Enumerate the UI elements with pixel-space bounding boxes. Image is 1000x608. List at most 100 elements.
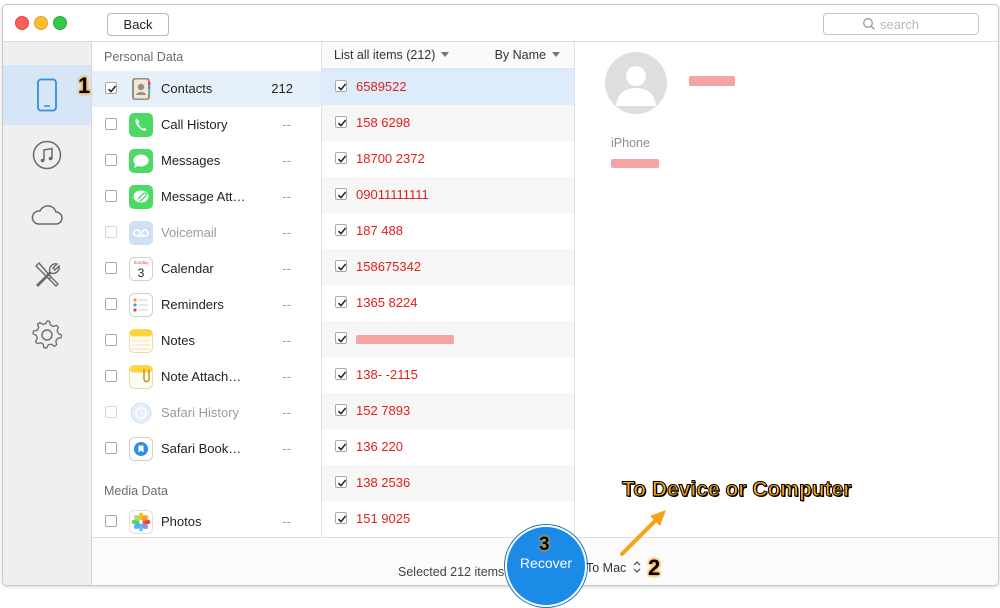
list-item[interactable]: 158 6298 bbox=[322, 105, 574, 141]
category-checkbox[interactable] bbox=[105, 515, 117, 527]
category-row[interactable]: Reminders -- bbox=[92, 287, 321, 323]
search-input[interactable]: search bbox=[823, 13, 979, 35]
list-item[interactable]: 09011111111 bbox=[322, 177, 574, 213]
list-item[interactable]: 6589522 bbox=[322, 69, 574, 105]
search-icon bbox=[863, 18, 875, 30]
category-checkbox[interactable] bbox=[105, 262, 117, 274]
list-item-label: 158675342 bbox=[356, 259, 422, 274]
category-label: Notes bbox=[161, 333, 195, 348]
device-icon bbox=[37, 78, 57, 112]
category-count: -- bbox=[282, 189, 291, 204]
sidebar-item-music[interactable] bbox=[3, 125, 91, 185]
category-row[interactable]: Voicemail -- bbox=[92, 215, 321, 251]
music-icon bbox=[32, 140, 62, 170]
category-checkbox[interactable] bbox=[105, 442, 117, 454]
list-item[interactable]: 138- -2115 bbox=[322, 357, 574, 393]
settings-icon bbox=[32, 320, 63, 349]
category-row[interactable]: Safari Book… -- bbox=[92, 431, 321, 467]
category-checkbox[interactable] bbox=[105, 334, 117, 346]
media-category-row[interactable]: Photos -- bbox=[92, 504, 321, 540]
list-filter-dropdown[interactable]: List all items (212) bbox=[334, 48, 450, 62]
sidebar-item-tools[interactable] bbox=[3, 245, 91, 305]
item-checkbox[interactable] bbox=[335, 188, 347, 200]
list-item[interactable]: 1365 8224 bbox=[322, 285, 574, 321]
category-label: Voicemail bbox=[161, 225, 217, 240]
item-checkbox[interactable] bbox=[335, 404, 347, 416]
category-row[interactable]: Safari History -- bbox=[92, 395, 321, 431]
category-row[interactable]: Messages -- bbox=[92, 143, 321, 179]
category-checkbox[interactable] bbox=[105, 190, 117, 202]
reminders-icon bbox=[129, 293, 153, 317]
list-item[interactable]: 158675342 bbox=[322, 249, 574, 285]
list-item-label: 151 9025 bbox=[356, 511, 411, 526]
category-checkbox[interactable] bbox=[105, 298, 117, 310]
category-label: Note Attach… bbox=[161, 369, 242, 384]
category-row[interactable]: Call History -- bbox=[92, 107, 321, 143]
category-row[interactable]: Notes -- bbox=[92, 323, 321, 359]
checkmark-icon bbox=[107, 85, 117, 93]
checkmark-icon bbox=[337, 191, 347, 199]
item-checkbox[interactable] bbox=[335, 440, 347, 452]
category-label: Photos bbox=[161, 514, 202, 529]
close-window-button[interactable] bbox=[15, 16, 29, 30]
category-count: -- bbox=[282, 225, 291, 240]
item-checkbox[interactable] bbox=[335, 368, 347, 380]
category-count: -- bbox=[282, 369, 291, 384]
safari-history-icon bbox=[129, 401, 153, 425]
sidebar-item-settings[interactable] bbox=[3, 305, 91, 365]
item-checkbox[interactable] bbox=[335, 260, 347, 272]
checkmark-icon bbox=[337, 479, 347, 487]
list-item[interactable]: 136 220 bbox=[322, 429, 574, 465]
list-item[interactable]: 18700 2372 bbox=[322, 141, 574, 177]
notes-icon bbox=[129, 329, 153, 353]
category-checkbox bbox=[105, 406, 117, 418]
photos-icon bbox=[129, 510, 153, 534]
phone-type-label: iPhone bbox=[611, 136, 650, 150]
category-label: Calendar bbox=[161, 261, 214, 276]
step-1-annotation: 1 bbox=[78, 73, 91, 98]
back-button[interactable]: Back bbox=[107, 13, 169, 36]
checkmark-icon bbox=[337, 371, 347, 379]
zoom-window-button[interactable] bbox=[53, 16, 67, 30]
item-checkbox[interactable] bbox=[335, 116, 347, 128]
list-item-label: 138- -2115 bbox=[356, 367, 418, 382]
category-row[interactable]: Message Att… -- bbox=[92, 179, 321, 215]
list-item[interactable]: 187 488 bbox=[322, 213, 574, 249]
personal-data-label: Personal Data bbox=[104, 50, 184, 64]
category-panel: Personal Data Contacts 212 Call History -- M… bbox=[92, 42, 322, 537]
item-checkbox[interactable] bbox=[335, 224, 347, 236]
list-item-label: 136 220 bbox=[356, 439, 403, 454]
category-row[interactable]: Note Attach… -- bbox=[92, 359, 321, 395]
category-row[interactable]: Contacts 212 bbox=[92, 71, 321, 107]
selected-count-text: Selected 212 items bbox=[398, 565, 505, 579]
list-item[interactable]: 138 2536 bbox=[322, 465, 574, 501]
category-row[interactable]: Sunday 3 Calendar -- bbox=[92, 251, 321, 287]
destination-select[interactable]: To Mac bbox=[586, 561, 626, 575]
updown-chevron-icon[interactable] bbox=[632, 560, 642, 574]
category-checkbox[interactable] bbox=[105, 118, 117, 130]
message-attachment-icon bbox=[129, 185, 153, 209]
item-checkbox[interactable] bbox=[335, 332, 347, 344]
item-checkbox[interactable] bbox=[335, 296, 347, 308]
category-count: -- bbox=[282, 153, 291, 168]
item-checkbox[interactable] bbox=[335, 80, 347, 92]
chevron-down-icon bbox=[552, 52, 560, 57]
minimize-window-button[interactable] bbox=[34, 16, 48, 30]
tools-icon bbox=[35, 261, 60, 287]
svg-text:3: 3 bbox=[138, 266, 145, 280]
category-label: Safari Book… bbox=[161, 441, 242, 456]
contacts-icon bbox=[129, 77, 153, 101]
person-icon bbox=[616, 66, 656, 106]
category-checkbox[interactable] bbox=[105, 154, 117, 166]
sidebar-item-cloud[interactable] bbox=[3, 185, 91, 245]
category-count: -- bbox=[282, 297, 291, 312]
list-item[interactable] bbox=[322, 321, 574, 357]
item-checkbox[interactable] bbox=[335, 476, 347, 488]
sort-dropdown[interactable]: By Name bbox=[495, 48, 560, 62]
list-item[interactable]: 152 7893 bbox=[322, 393, 574, 429]
item-checkbox[interactable] bbox=[335, 512, 347, 524]
phone-number-redacted bbox=[611, 159, 659, 168]
item-checkbox[interactable] bbox=[335, 152, 347, 164]
category-checkbox[interactable] bbox=[105, 370, 117, 382]
category-checkbox[interactable] bbox=[105, 82, 117, 94]
